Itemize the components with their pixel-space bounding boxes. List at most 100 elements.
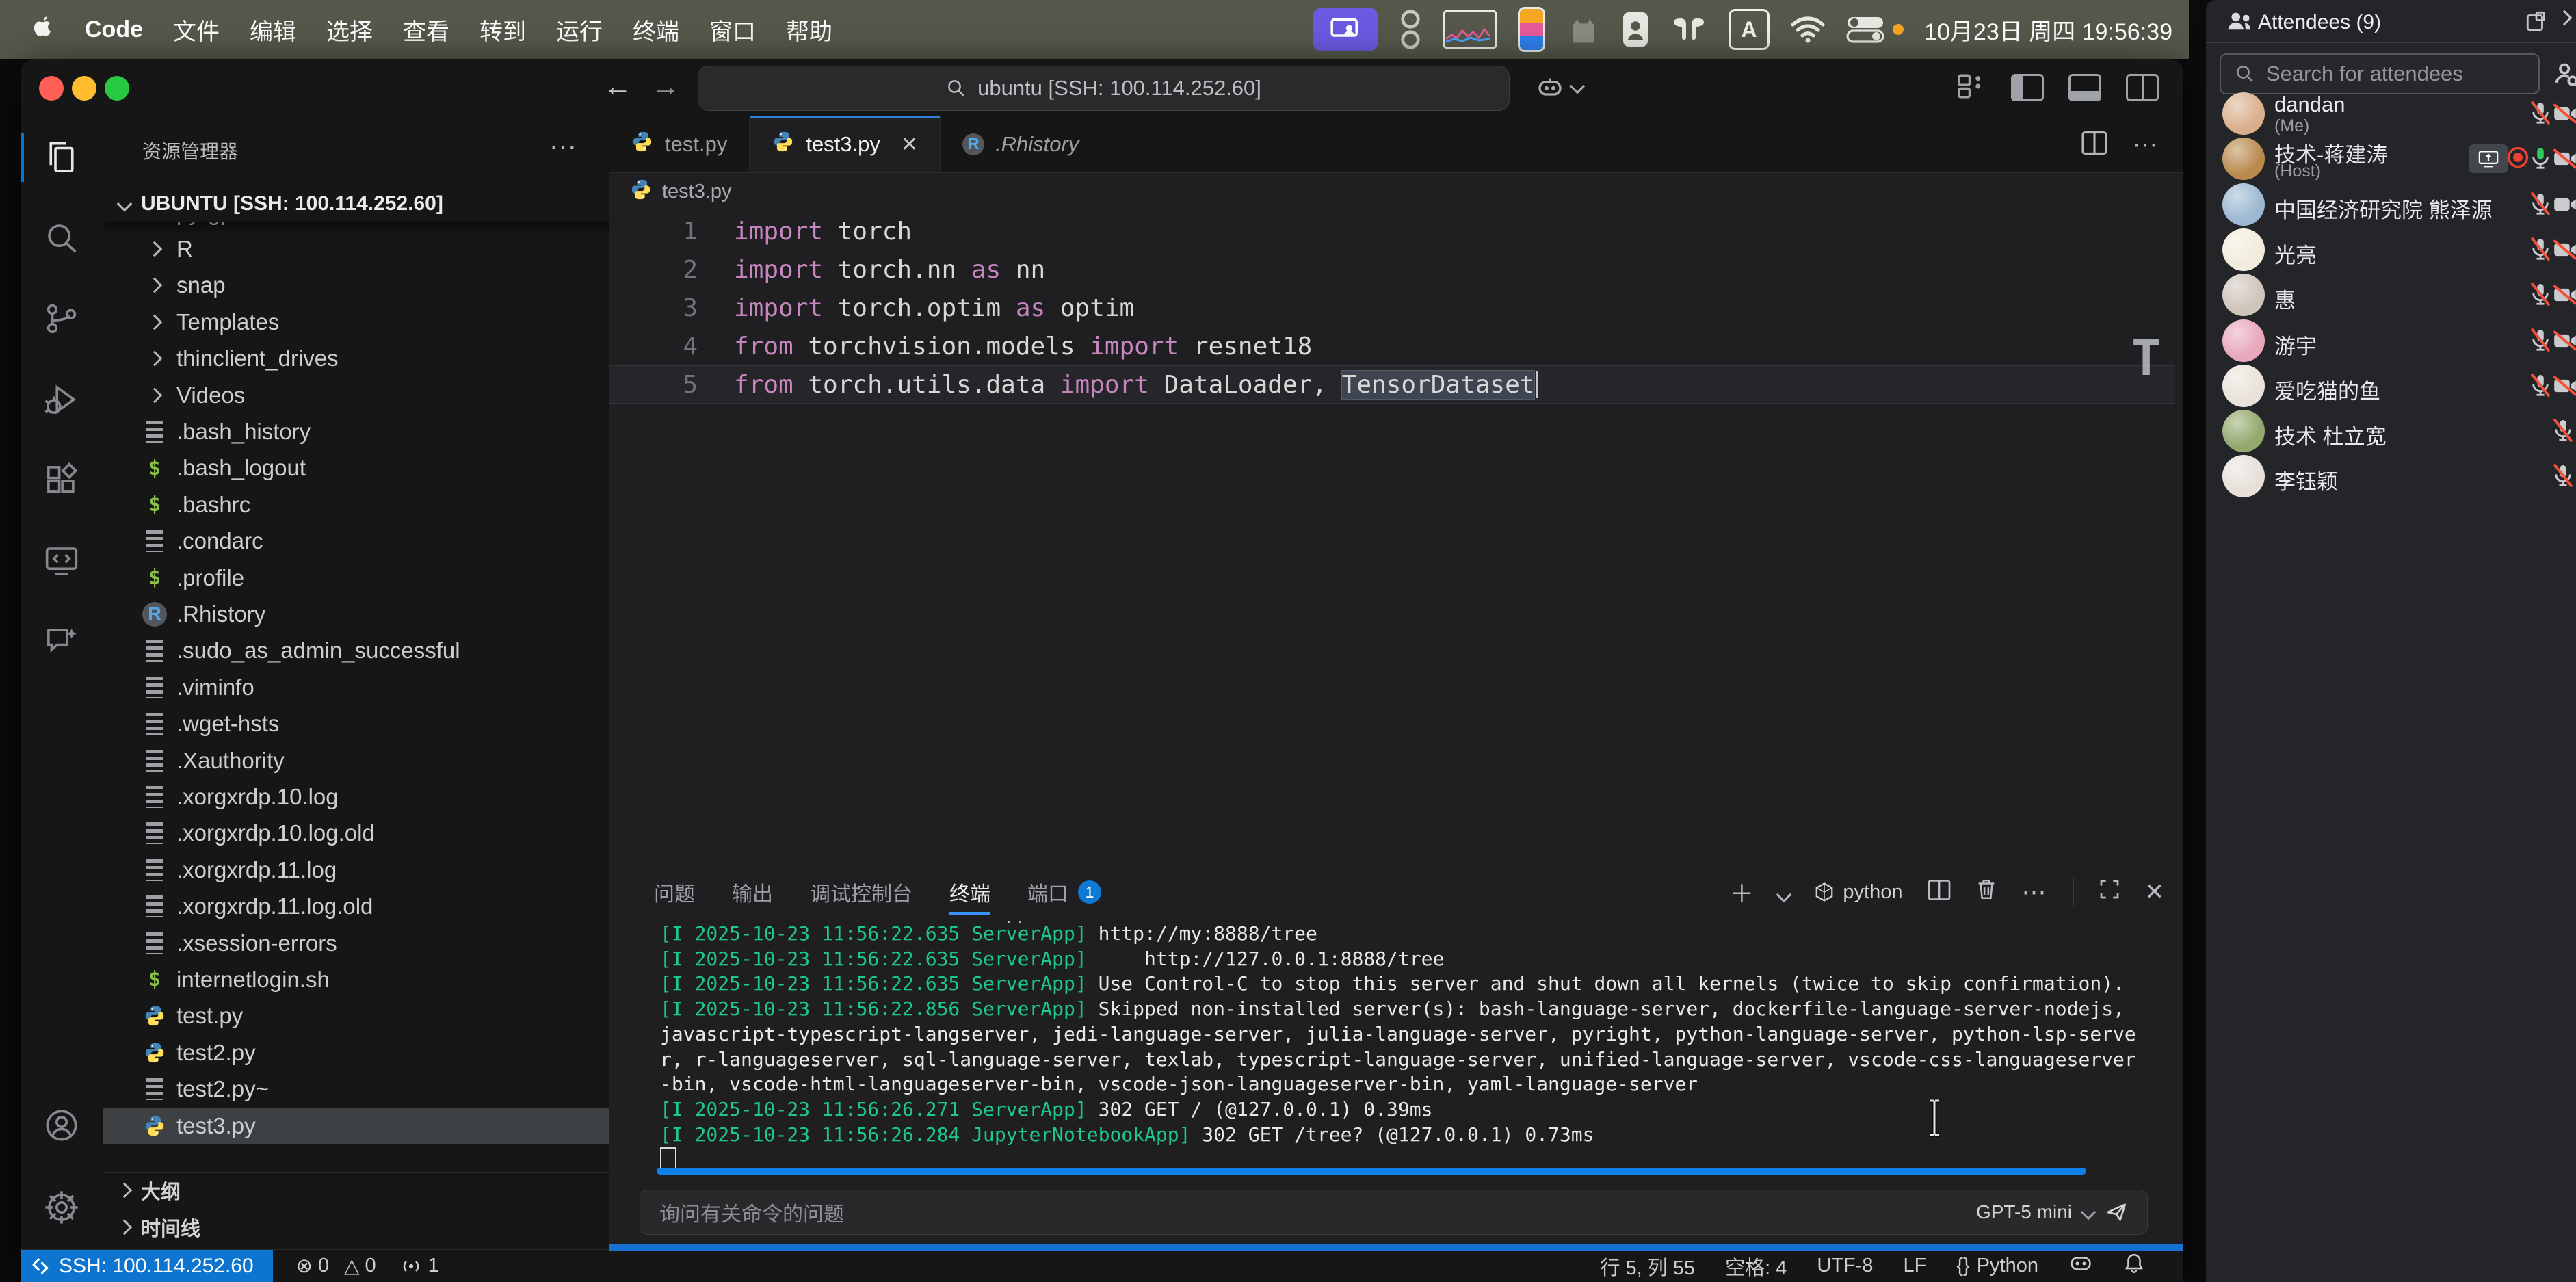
color-meter-icon[interactable]	[1518, 7, 1545, 52]
remote-indicator[interactable]: SSH: 100.114.252.60	[21, 1250, 273, 1282]
section-时间线[interactable]: 时间线	[103, 1209, 609, 1244]
panel-tab-输出[interactable]: 输出	[732, 863, 773, 921]
explorer-item-internetlogin.sh[interactable]: $internetlogin.sh	[103, 961, 609, 997]
toggle-sidebar-icon[interactable]	[2011, 74, 2044, 101]
explorer-item-.profile[interactable]: $.profile	[103, 560, 609, 596]
toggle-secondary-sidebar-icon[interactable]	[2126, 74, 2159, 101]
camera-off-icon[interactable]	[2551, 236, 2576, 263]
menu-app-name[interactable]: Code	[85, 16, 143, 43]
attendee-row[interactable]: 技术 杜立宽	[2206, 408, 2576, 454]
camera-on-icon[interactable]	[2551, 191, 2576, 218]
explorer-item-.wget-hsts[interactable]: .wget-hsts	[103, 706, 609, 742]
mic-muted-icon[interactable]	[2527, 191, 2555, 218]
chevron-down-icon[interactable]	[2081, 1205, 2097, 1220]
attendee-row[interactable]: 光亮	[2206, 227, 2576, 272]
explorer-item-Templates[interactable]: Templates	[103, 304, 609, 340]
attendee-row[interactable]: 惠	[2206, 272, 2576, 317]
menu-item[interactable]: 运行	[556, 13, 603, 47]
explorer-item-test2.py[interactable]: test2.py	[103, 1034, 609, 1071]
menu-item[interactable]: 转到	[479, 13, 526, 47]
stacked-circles-icon[interactable]	[1399, 9, 1422, 50]
notifications-bell-icon[interactable]	[2123, 1252, 2145, 1281]
menu-item[interactable]: 终端	[633, 13, 679, 47]
code-line[interactable]: 3import torch.optim as optim	[609, 289, 2175, 327]
explorer-item-thinclient_drives[interactable]: thinclient_drives	[103, 341, 609, 377]
menu-item[interactable]: 选择	[326, 13, 373, 47]
explorer-item-snap[interactable]: snap	[103, 267, 609, 304]
menu-item[interactable]: 查看	[403, 13, 449, 47]
command-center-search[interactable]: ubuntu [SSH: 100.114.252.60]	[698, 66, 1510, 111]
toggle-panel-icon[interactable]	[2068, 74, 2101, 101]
menu-item[interactable]: 窗口	[709, 13, 756, 47]
split-terminal-icon[interactable]	[1928, 878, 1951, 906]
send-icon[interactable]	[2105, 1201, 2128, 1224]
attendee-row[interactable]: 游宇	[2206, 318, 2576, 363]
customize-layout-icon[interactable]	[1958, 74, 1986, 102]
camera-off-icon[interactable]	[2551, 372, 2576, 400]
attendee-row[interactable]: 中国经济研究院 熊泽源	[2206, 182, 2576, 227]
code-editor[interactable]: 1import torch2import torch.nn as nn3impo…	[609, 211, 2183, 863]
explorer-icon[interactable]	[21, 123, 103, 192]
terminal-dropdown-icon[interactable]	[1778, 878, 1789, 906]
menu-item[interactable]: 帮助	[786, 13, 832, 47]
camera-off-icon[interactable]	[2551, 145, 2576, 172]
explorer-item-.viminfo[interactable]: .viminfo	[103, 669, 609, 705]
badge-id-icon[interactable]	[1622, 11, 1649, 48]
attendee-row[interactable]: dandan(Me)	[2206, 91, 2576, 136]
explorer-item-.Rhistory[interactable]: R.Rhistory	[103, 596, 609, 632]
terminal-chat-input[interactable]: 询问有关命令的问题 GPT-5 mini	[640, 1190, 2148, 1235]
attendee-row[interactable]: 李钰颖	[2206, 454, 2576, 499]
explorer-item-.xsession-errors[interactable]: .xsession-errors	[103, 925, 609, 961]
indentation[interactable]: 空格: 4	[1725, 1252, 1787, 1281]
mic-on-icon[interactable]	[2527, 145, 2555, 172]
explorer-item-R[interactable]: R	[103, 231, 609, 267]
mic-muted-icon[interactable]	[2527, 236, 2555, 263]
menu-item[interactable]: 文件	[173, 13, 220, 47]
menu-item[interactable]: 编辑	[250, 13, 296, 47]
cpu-monitor-icon[interactable]	[1443, 10, 1497, 49]
airpods-icon[interactable]	[1670, 14, 1708, 44]
camera-off-icon[interactable]	[2551, 327, 2576, 354]
explorer-item-.xorgxrdp.11.log[interactable]: .xorgxrdp.11.log	[103, 852, 609, 888]
control-center-icon[interactable]	[1846, 16, 1884, 43]
language-mode[interactable]: {} Python	[1956, 1255, 2038, 1277]
mic-muted-icon[interactable]	[2527, 327, 2555, 354]
explorer-item-.bashrc[interactable]: $.bashrc	[103, 486, 609, 523]
panel-tab-调试控制台[interactable]: 调试控制台	[810, 863, 912, 921]
explorer-section-header[interactable]: UBUNTU [SSH: 100.114.252.60]	[103, 186, 609, 222]
camera-off-icon[interactable]	[2551, 281, 2576, 309]
attendee-row[interactable]: 爱吃猫的鱼	[2206, 363, 2576, 408]
explorer-item-.bash_history[interactable]: .bash_history	[103, 413, 609, 449]
maximize-panel-icon[interactable]	[2099, 878, 2120, 906]
terminal-horizontal-scrollbar[interactable]	[657, 1168, 2086, 1175]
explorer-item-test.py[interactable]: test.py	[103, 998, 609, 1034]
attendee-search-input[interactable]: Search for attendees	[2220, 53, 2540, 94]
explorer-item-test3.py[interactable]: test3.py	[103, 1108, 609, 1144]
window-zoom-button[interactable]	[105, 76, 129, 101]
window-minimize-button[interactable]	[72, 76, 96, 101]
tab-test3.py[interactable]: test3.py✕	[750, 116, 941, 172]
navigate-forward-icon[interactable]: →	[651, 70, 680, 103]
new-terminal-icon[interactable]: ＋	[1729, 874, 1754, 910]
apple-menu-icon[interactable]	[30, 15, 55, 44]
terminal-profile[interactable]: python	[1814, 881, 1902, 904]
screen-sharing-status-icon[interactable]	[1313, 8, 1378, 51]
navigate-back-icon[interactable]: ←	[603, 70, 632, 103]
camera-off-icon[interactable]	[2551, 100, 2576, 127]
tab-.Rhistory[interactable]: R.Rhistory	[941, 116, 1101, 172]
settings-gear-icon[interactable]	[21, 1173, 103, 1242]
input-method-icon[interactable]: A	[1729, 9, 1770, 50]
panel-tab-问题[interactable]: 问题	[654, 863, 695, 921]
cat-menubar-icon[interactable]	[1566, 12, 1601, 47]
kill-terminal-icon[interactable]	[1975, 878, 1997, 907]
panel-tab-端口[interactable]: 端口1	[1027, 863, 1101, 921]
explorer-item-.bash_logout[interactable]: $.bash_logout	[103, 450, 609, 486]
remote-explorer-icon[interactable]	[21, 527, 103, 595]
explorer-item-.condarc[interactable]: .condarc	[103, 523, 609, 560]
attendee-row[interactable]: 技术-蒋建涛(Host)	[2206, 136, 2576, 181]
close-panel-icon[interactable]: ✕	[2145, 878, 2165, 906]
mic-muted-icon[interactable]	[2550, 462, 2576, 490]
explorer-item-test2.py~[interactable]: test2.py~	[103, 1071, 609, 1108]
source-control-icon[interactable]	[21, 285, 103, 353]
section-大纲[interactable]: 大纲	[103, 1172, 609, 1207]
